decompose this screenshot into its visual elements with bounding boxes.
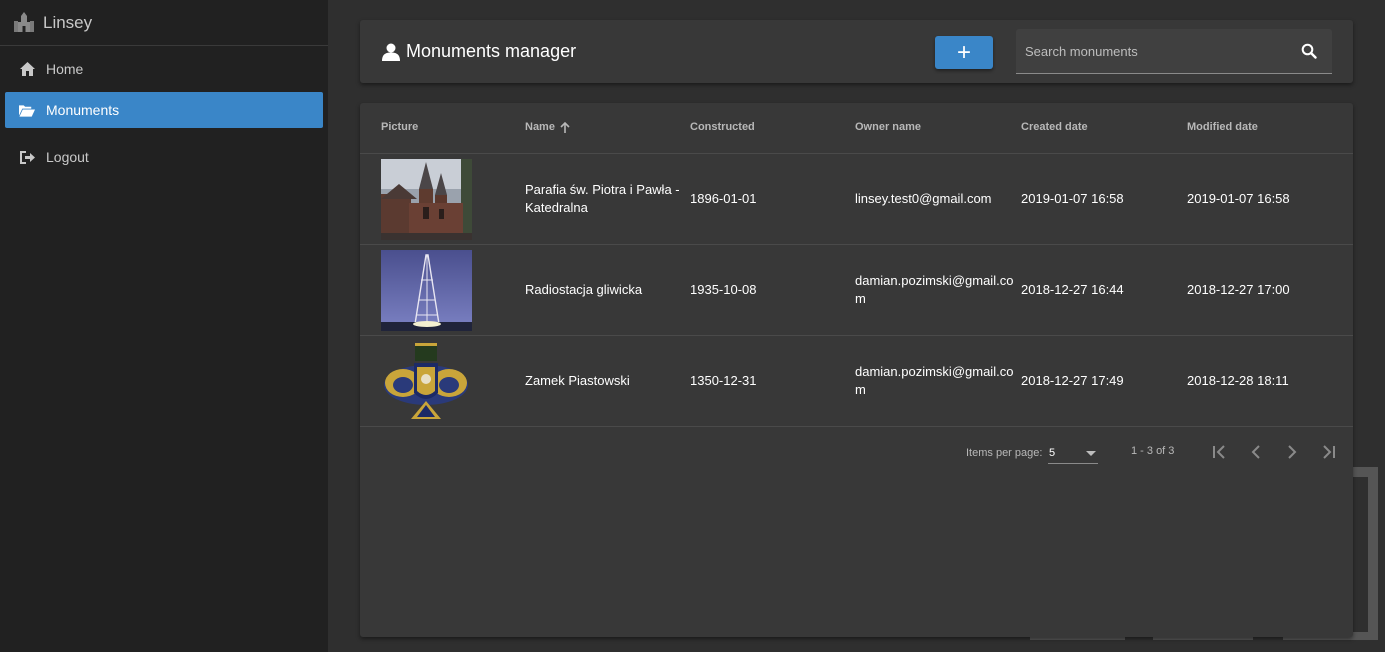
search-icon[interactable]: [1301, 43, 1317, 59]
monument-name: Zamek Piastowski: [525, 373, 630, 388]
sidebar-item-label: Home: [46, 61, 84, 77]
modified-date: 2019-01-07 16:58: [1187, 191, 1290, 206]
sidebar-item-logout[interactable]: Logout: [5, 139, 323, 175]
monument-name-line: Katedralna: [525, 200, 588, 215]
owner-name-line: damian.pozimski@gmail.co: [855, 364, 1014, 379]
sidebar-item-monuments[interactable]: Monuments: [5, 92, 323, 128]
items-per-page-value: 5: [1049, 447, 1056, 459]
paginator: Items per page: 5 1 - 3 of 3: [360, 427, 1353, 477]
sort-arrow-up-icon: [560, 121, 570, 133]
column-header-modified-date[interactable]: Modified date: [1187, 121, 1258, 133]
constructed-date: 1935-10-08: [690, 282, 757, 297]
owner-name-line: damian.pozimski@gmail.co: [855, 273, 1014, 288]
user-icon: [382, 43, 400, 61]
castle-logo-icon: [14, 11, 34, 32]
home-icon: [19, 61, 35, 77]
owner-name: linsey.test0@gmail.com: [855, 190, 1015, 208]
modified-date: 2018-12-27 17:00: [1187, 282, 1290, 297]
next-page-icon[interactable]: [1282, 442, 1302, 462]
monument-picture-church: [381, 159, 472, 240]
table-row[interactable]: Radiostacja gliwicka 1935-10-08 damian.p…: [360, 245, 1353, 336]
header-toolbar: Monuments manager +: [360, 20, 1353, 83]
sidebar-item-label: Monuments: [46, 102, 120, 118]
dropdown-arrow-icon: [1086, 451, 1096, 456]
owner-name-line: m: [855, 291, 866, 306]
sidebar: Linsey Home Monuments Logout: [0, 0, 328, 652]
owner-name: damian.pozimski@gmail.co m: [855, 363, 1015, 399]
sidebar-item-home[interactable]: Home: [5, 51, 323, 87]
logout-icon: [19, 149, 35, 165]
first-page-icon[interactable]: [1210, 442, 1230, 462]
created-date: 2019-01-07 16:58: [1021, 191, 1124, 206]
monument-name: Parafia św. Piotra i Pawła - Katedralna: [525, 181, 685, 217]
constructed-date: 1896-01-01: [690, 191, 757, 206]
brand[interactable]: Linsey: [0, 0, 328, 46]
modified-date: 2018-12-28 18:11: [1187, 373, 1289, 388]
items-per-page-label: Items per page:: [966, 447, 1043, 459]
page-title: Monuments manager: [382, 41, 576, 62]
column-header-owner-name[interactable]: Owner name: [855, 121, 921, 133]
constructed-date: 1350-12-31: [690, 373, 757, 388]
sidebar-item-label: Logout: [46, 149, 89, 165]
items-per-page-select[interactable]: 5: [1048, 442, 1098, 464]
created-date: 2018-12-27 16:44: [1021, 282, 1124, 297]
column-header-name[interactable]: Name: [525, 121, 570, 133]
page-range-label: 1 - 3 of 3: [1131, 445, 1175, 457]
last-page-icon[interactable]: [1318, 442, 1338, 462]
owner-name-line: m: [855, 382, 866, 397]
add-monument-button[interactable]: +: [935, 36, 993, 69]
page-title-text: Monuments manager: [406, 41, 577, 61]
table-row[interactable]: Zamek Piastowski 1350-12-31 damian.pozim…: [360, 336, 1353, 427]
app-root: Linsey Home Monuments Logout Monuments m…: [0, 0, 1385, 652]
monument-name: Radiostacja gliwicka: [525, 282, 643, 297]
monument-name-line: Parafia św. Piotra i Pawła -: [525, 182, 680, 197]
search-field: [1016, 29, 1332, 74]
owner-name: damian.pozimski@gmail.co m: [855, 272, 1015, 308]
monument-picture-coat-of-arms: [381, 341, 472, 422]
brand-name: Linsey: [43, 12, 93, 32]
created-date: 2018-12-27 17:49: [1021, 373, 1124, 388]
monuments-table: Picture Name Constructed Owner name Crea…: [360, 103, 1353, 637]
folder-open-icon: [19, 102, 35, 118]
monument-picture-radio-tower: [381, 250, 472, 331]
column-header-constructed[interactable]: Constructed: [690, 121, 755, 133]
owner-name-line: linsey.test0@gmail.com: [855, 191, 992, 206]
column-header-picture: Picture: [381, 121, 419, 133]
column-header-created-date[interactable]: Created date: [1021, 121, 1088, 133]
sidebar-nav: Home Monuments Logout: [0, 51, 328, 175]
table-row[interactable]: Parafia św. Piotra i Pawła - Katedralna …: [360, 154, 1353, 245]
table-header: Picture Name Constructed Owner name Crea…: [360, 103, 1353, 154]
previous-page-icon[interactable]: [1246, 442, 1266, 462]
search-input[interactable]: [1016, 29, 1296, 73]
column-header-label: Name: [525, 121, 555, 133]
